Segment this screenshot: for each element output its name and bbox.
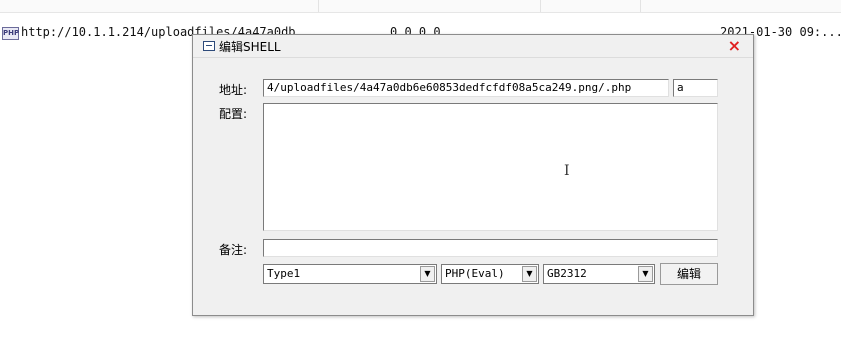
edit-shell-dialog: 编辑SHELL × 地址: 4/uploadfiles/4a47a0db6e60… <box>192 34 754 316</box>
script-type-value: PHP(Eval) <box>445 267 505 280</box>
window-icon <box>203 41 215 51</box>
chevron-down-icon[interactable]: ▼ <box>638 266 653 282</box>
close-icon[interactable]: × <box>728 36 741 55</box>
column-separator <box>540 0 541 12</box>
column-separator <box>640 0 641 12</box>
note-field[interactable] <box>263 239 718 257</box>
note-label: 备注: <box>219 243 248 257</box>
dialog-title: 编辑SHELL <box>219 40 281 54</box>
php-file-icon: PHP <box>2 27 19 40</box>
column-separator <box>318 0 319 12</box>
config-textarea[interactable] <box>263 103 718 231</box>
type-select[interactable]: Type1 ▼ <box>263 264 437 284</box>
address-label: 地址: <box>219 83 248 97</box>
chevron-down-icon[interactable]: ▼ <box>522 266 537 282</box>
script-type-select[interactable]: PHP(Eval) ▼ <box>441 264 539 284</box>
address-field[interactable]: 4/uploadfiles/4a47a0db6e60853dedfcfdf08a… <box>263 79 669 97</box>
encoding-select[interactable]: GB2312 ▼ <box>543 264 655 284</box>
config-label: 配置: <box>219 107 248 121</box>
edit-button[interactable]: 编辑 <box>660 263 718 285</box>
text-cursor-icon: I <box>564 163 570 179</box>
type-select-value: Type1 <box>267 267 301 280</box>
password-field[interactable]: a <box>673 79 718 97</box>
list-header-strip <box>0 0 841 13</box>
dialog-titlebar[interactable]: 编辑SHELL × <box>193 35 753 58</box>
encoding-value: GB2312 <box>547 267 587 280</box>
chevron-down-icon[interactable]: ▼ <box>420 266 435 282</box>
